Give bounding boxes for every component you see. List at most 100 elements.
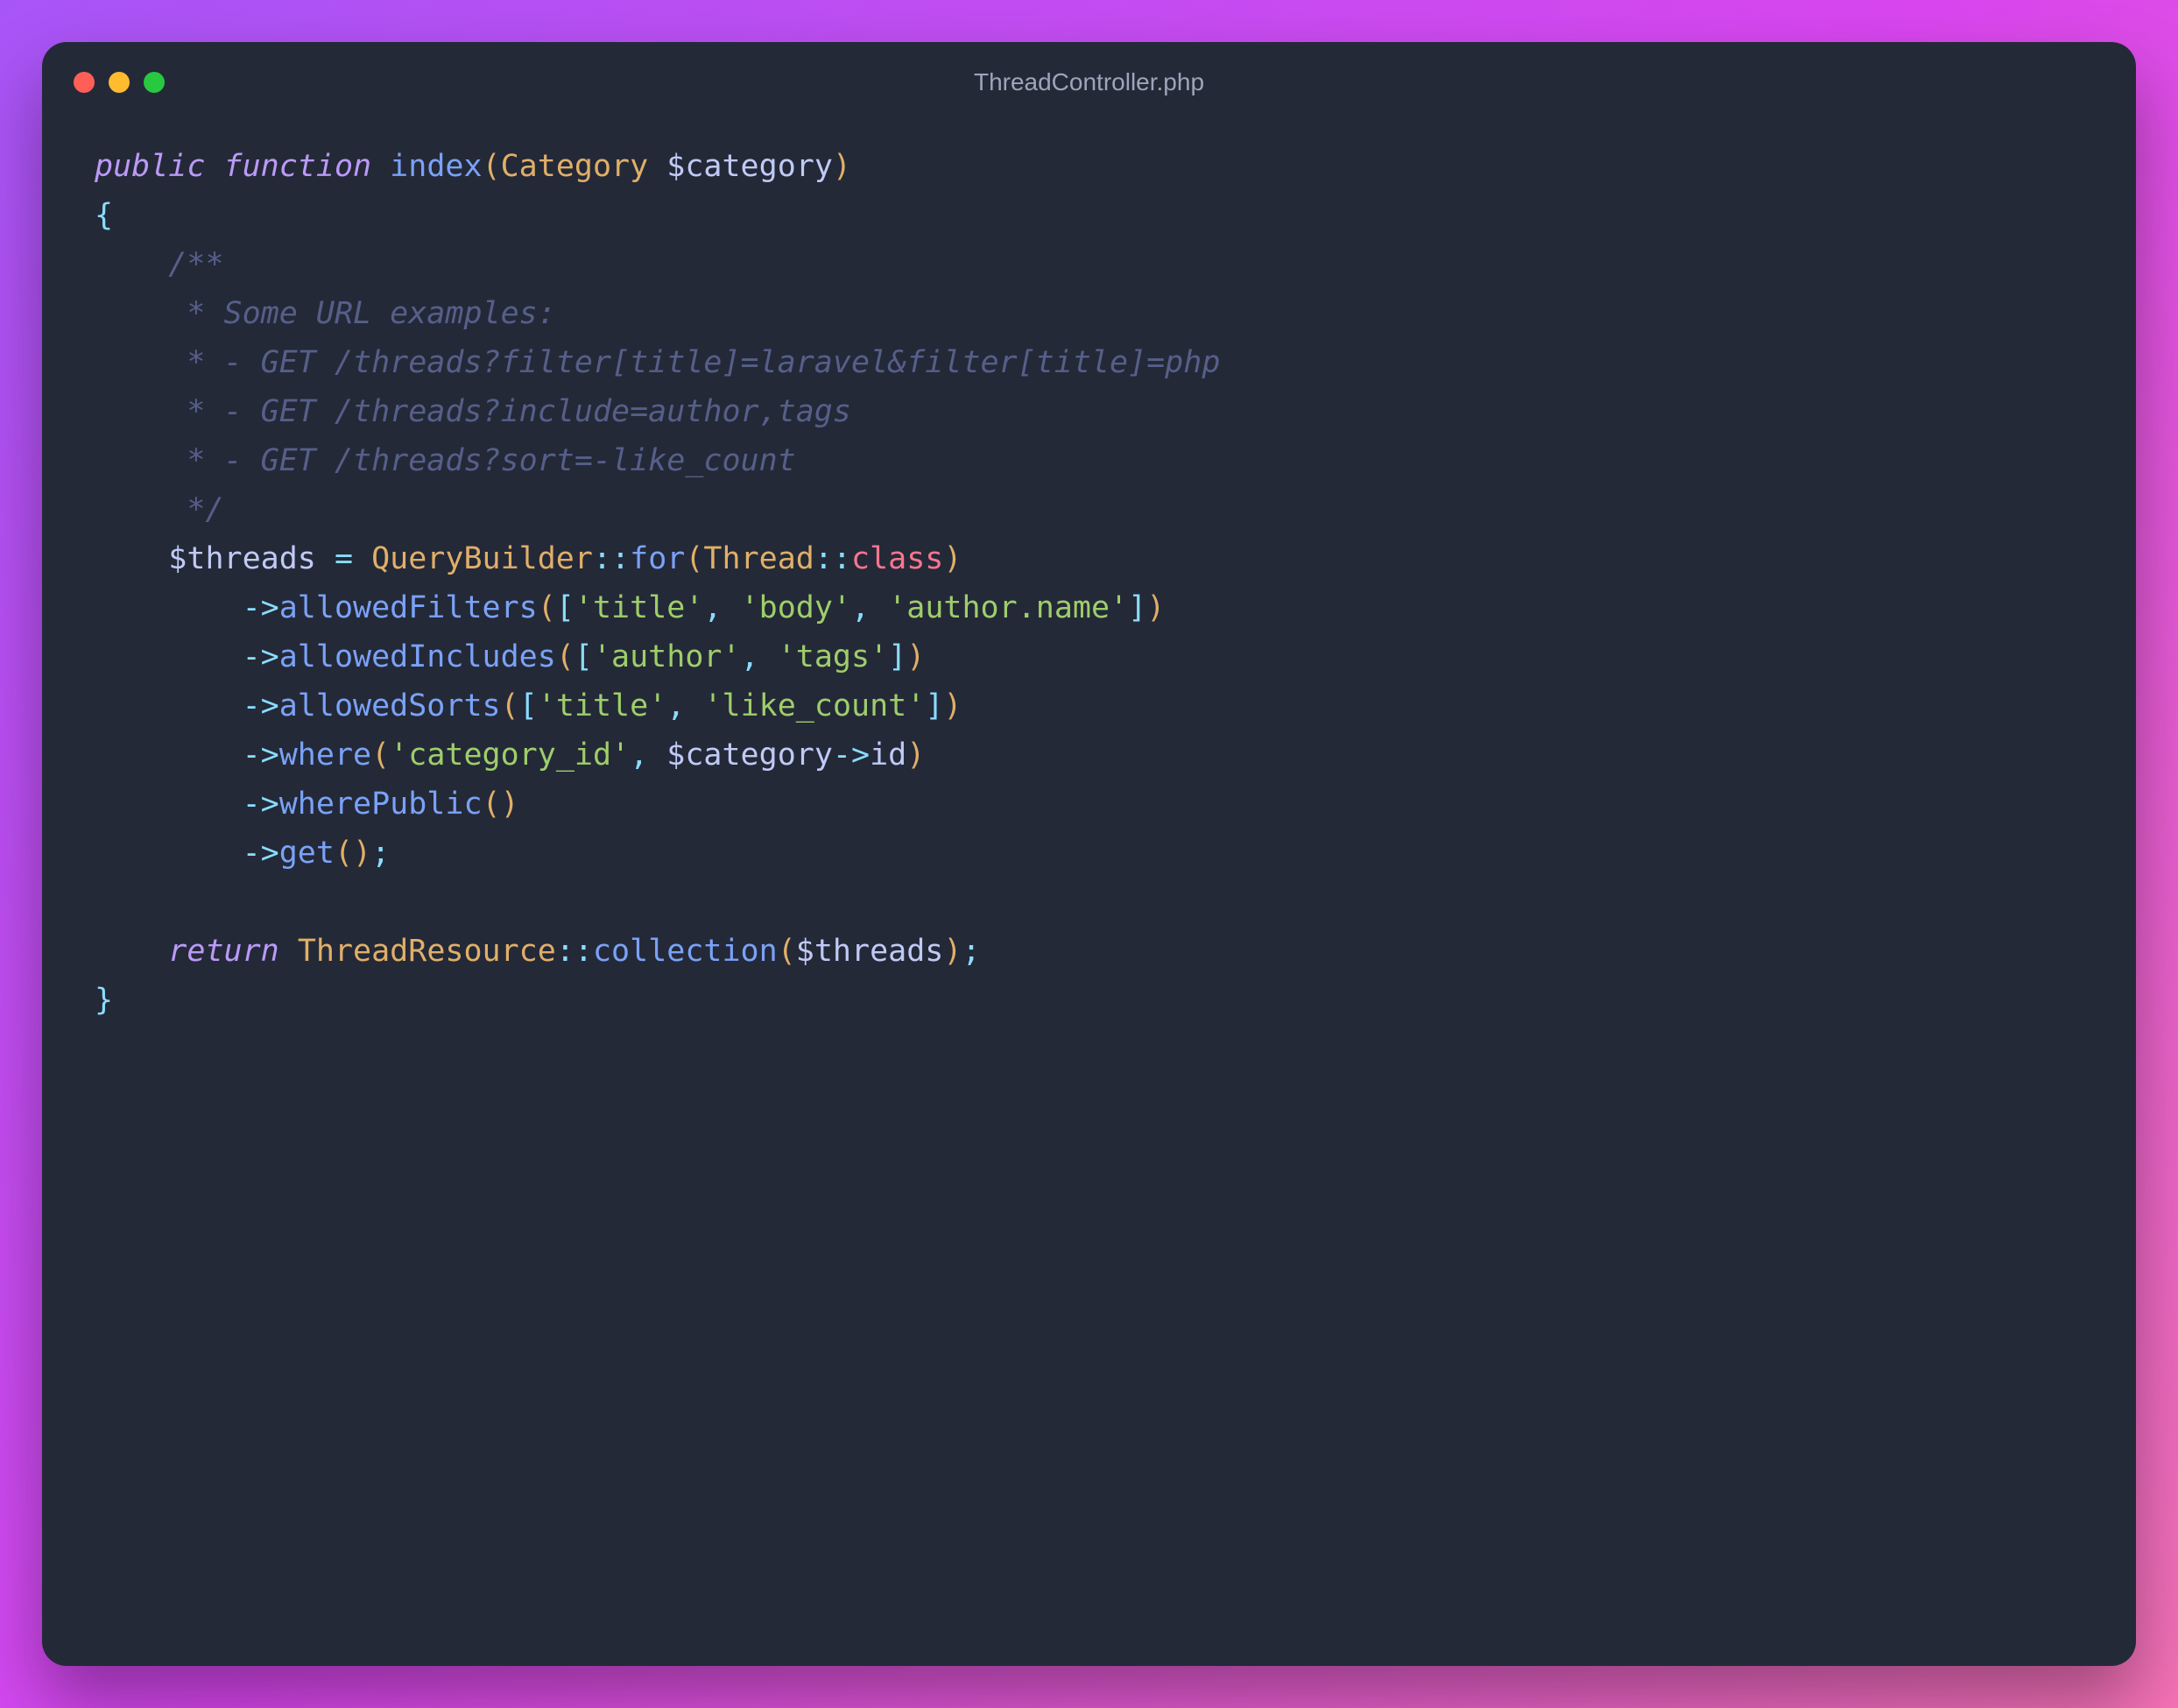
paren: ( (335, 836, 353, 871)
arrow: -> (243, 590, 279, 625)
arrow: -> (243, 738, 279, 773)
paren: ) (943, 934, 962, 969)
method-name: allowedFilters (279, 590, 538, 625)
maximize-icon[interactable] (144, 72, 165, 93)
method-name: where (279, 738, 371, 773)
bracket: [ (574, 639, 593, 674)
string: 'title' (574, 590, 704, 625)
semicolon: ; (371, 836, 390, 871)
paren: ) (501, 787, 519, 822)
separator: :: (814, 541, 851, 576)
bracket: ] (1128, 590, 1146, 625)
method-name: get (279, 836, 335, 871)
bracket: [ (519, 688, 538, 723)
variable: $threads (796, 934, 944, 969)
code-window: ThreadController.php public function ind… (42, 42, 2136, 1666)
space (279, 934, 298, 969)
paren: ( (483, 149, 501, 184)
comment: */ (168, 492, 223, 527)
paren: ( (371, 738, 390, 773)
paren: ) (943, 688, 962, 723)
string: 'category_id' (390, 738, 630, 773)
keyword-return: return (168, 934, 278, 969)
titlebar: ThreadController.php (42, 42, 2136, 117)
close-icon[interactable] (74, 72, 95, 93)
param-var: $category (666, 149, 833, 184)
method-name: collection (593, 934, 778, 969)
separator: :: (556, 934, 593, 969)
string: 'title' (538, 688, 667, 723)
arrow: -> (243, 639, 279, 674)
method-name: for (630, 541, 685, 576)
code-line: public function index(Category $category… (95, 149, 851, 184)
code-line: ->allowedFilters(['title', 'body', 'auth… (95, 590, 1165, 625)
code-content: public function index(Category $category… (95, 142, 2083, 1025)
string: 'author.name' (888, 590, 1128, 625)
brace: } (95, 983, 113, 1018)
code-line: * Some URL examples: (95, 296, 556, 331)
code-editor[interactable]: public function index(Category $category… (42, 117, 2136, 1086)
paren: ( (501, 688, 519, 723)
code-line: return ThreadResource::collection($threa… (95, 934, 981, 969)
comment: * - GET /threads?filter[title]=laravel&f… (168, 345, 1220, 380)
arrow: -> (243, 787, 279, 822)
function-name: index (390, 149, 482, 184)
variable: $category (666, 738, 833, 773)
separator: :: (593, 541, 630, 576)
method-name: allowedSorts (279, 688, 501, 723)
operator: = (316, 541, 371, 576)
arrow: -> (833, 738, 870, 773)
semicolon: ; (962, 934, 980, 969)
keyword-public: public (95, 149, 205, 184)
code-line: { (95, 198, 113, 233)
paren: ) (1146, 590, 1165, 625)
minimize-icon[interactable] (109, 72, 130, 93)
code-line: /** (95, 247, 224, 282)
method-name: wherePublic (279, 787, 483, 822)
method-name: allowedIncludes (279, 639, 556, 674)
class-name: Thread (703, 541, 814, 576)
comma: , (666, 688, 703, 723)
bracket: [ (556, 590, 574, 625)
comma: , (851, 590, 888, 625)
code-line: $threads = QueryBuilder::for(Thread::cla… (95, 541, 962, 576)
bracket: ] (888, 639, 906, 674)
code-line: ->allowedSorts(['title', 'like_count']) (95, 688, 962, 723)
property: id (870, 738, 906, 773)
traffic-lights (74, 72, 165, 93)
class-name: QueryBuilder (371, 541, 593, 576)
code-line: * - GET /threads?filter[title]=laravel&f… (95, 345, 1220, 380)
comment: * Some URL examples: (168, 296, 556, 331)
window-title: ThreadController.php (74, 68, 2104, 96)
code-line: ->allowedIncludes(['author', 'tags']) (95, 639, 925, 674)
string: 'like_count' (703, 688, 925, 723)
param-type: Category (501, 149, 649, 184)
brace: { (95, 198, 113, 233)
string: 'tags' (778, 639, 888, 674)
paren: ) (353, 836, 371, 871)
paren: ( (538, 590, 556, 625)
keyword-function: function (224, 149, 372, 184)
paren: ) (943, 541, 962, 576)
arrow: -> (243, 688, 279, 723)
variable: $threads (168, 541, 316, 576)
comma: , (703, 590, 740, 625)
paren: ( (778, 934, 796, 969)
code-line: ->where('category_id', $category->id) (95, 738, 925, 773)
comment: * - GET /threads?include=author,tags (168, 394, 851, 429)
comment: /** (168, 247, 223, 282)
code-line: */ (95, 492, 224, 527)
arrow: -> (243, 836, 279, 871)
code-line: * - GET /threads?include=author,tags (95, 394, 851, 429)
space (648, 149, 666, 184)
paren: ) (906, 738, 925, 773)
code-line: ->get(); (95, 836, 390, 871)
paren: ) (833, 149, 851, 184)
paren: ( (685, 541, 703, 576)
code-line: } (95, 983, 113, 1018)
comma: , (630, 738, 666, 773)
paren: ( (483, 787, 501, 822)
code-line: * - GET /threads?sort=-like_count (95, 443, 796, 478)
paren: ) (906, 639, 925, 674)
comment: * - GET /threads?sort=-like_count (168, 443, 795, 478)
